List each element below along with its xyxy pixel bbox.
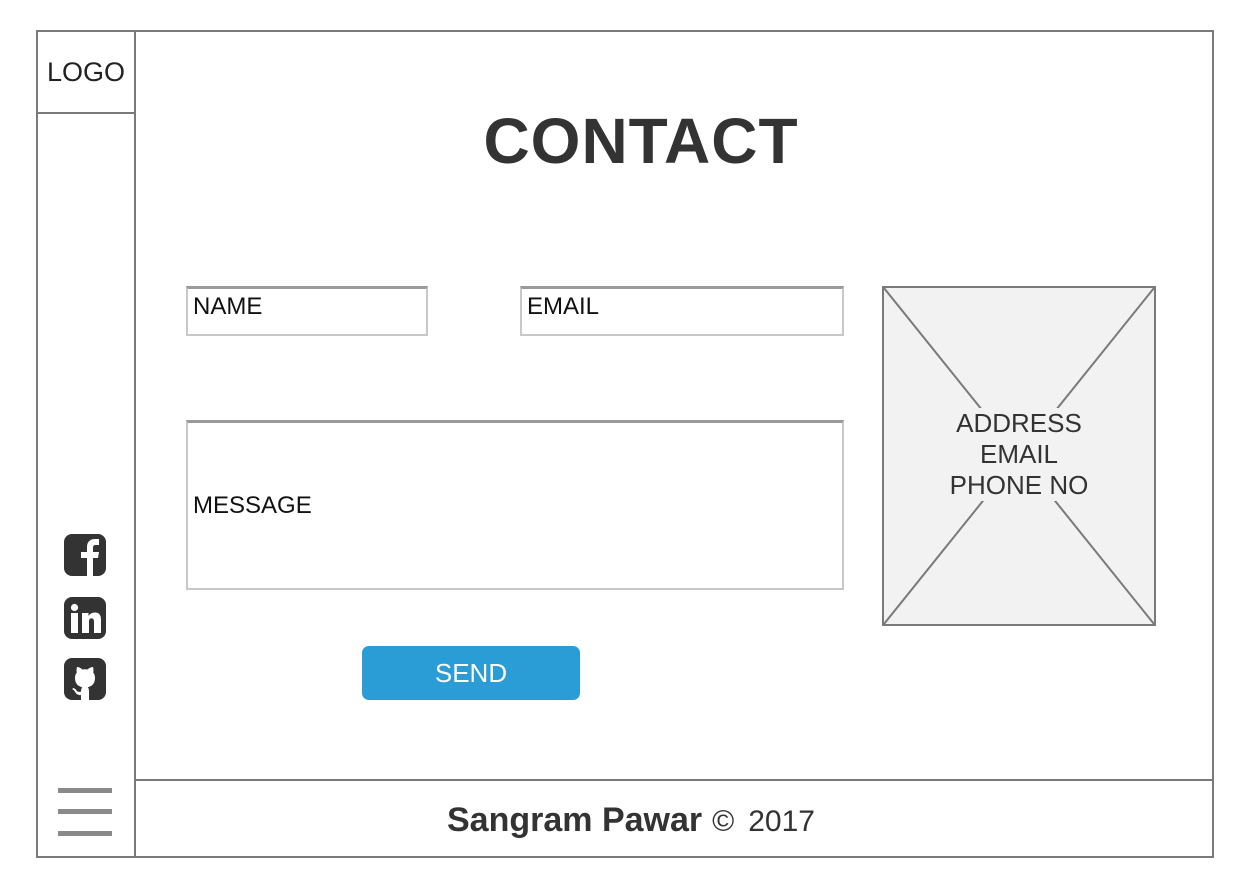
address-label: ADDRESS: [952, 408, 1086, 439]
footer: Sangram Pawar © 2017: [136, 801, 1126, 840]
send-button[interactable]: SEND: [362, 646, 580, 700]
email-field-placeholder: EMAIL: [527, 293, 600, 320]
footer-divider: [134, 779, 1214, 781]
footer-author: Sangram Pawar: [447, 801, 703, 839]
facebook-icon[interactable]: [64, 534, 106, 576]
phone-label: PHONE NO: [945, 470, 1093, 501]
contact-info-placeholder: ADDRESS EMAIL PHONE NO: [882, 286, 1156, 626]
name-field-placeholder: NAME: [193, 293, 263, 320]
message-field[interactable]: MESSAGE: [186, 420, 844, 590]
message-field-placeholder: MESSAGE: [193, 491, 312, 519]
logo-divider: [36, 112, 136, 114]
contact-info-text: ADDRESS EMAIL PHONE NO: [884, 408, 1154, 501]
email-label: EMAIL: [975, 439, 1063, 470]
footer-year: 2017: [748, 805, 815, 838]
page-title: CONTACT: [483, 105, 799, 177]
name-field[interactable]: NAME: [186, 286, 428, 336]
copyright-symbol: ©: [712, 805, 735, 838]
linkedin-icon[interactable]: [64, 597, 106, 639]
email-field[interactable]: EMAIL: [520, 286, 844, 336]
logo[interactable]: LOGO: [38, 32, 134, 112]
hamburger-menu-icon[interactable]: [58, 788, 112, 838]
github-icon[interactable]: [64, 658, 106, 700]
